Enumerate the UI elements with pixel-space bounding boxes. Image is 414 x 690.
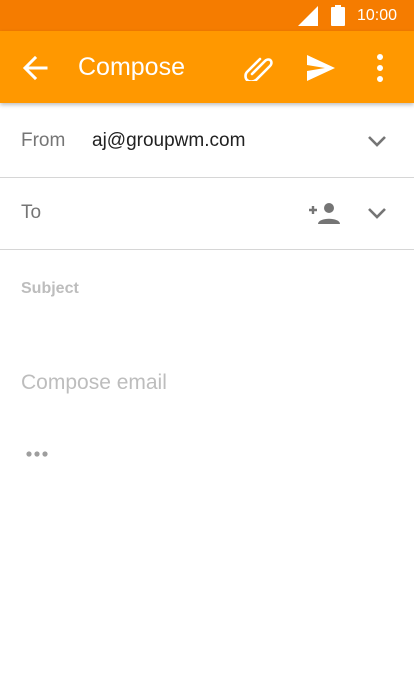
chevron-down-icon[interactable] [366, 134, 388, 148]
chevron-down-icon[interactable] [366, 206, 388, 220]
more-vert-icon[interactable] [372, 53, 388, 83]
clock: 10:00 [357, 7, 398, 24]
more-horiz-icon[interactable] [26, 450, 48, 458]
to-label: To [21, 202, 42, 223]
from-row[interactable]: From aj@groupwm.com [0, 103, 414, 178]
from-address[interactable]: aj@groupwm.com [92, 130, 245, 152]
attach-icon[interactable] [243, 55, 273, 81]
from-label: From [21, 130, 66, 151]
signal-icon [298, 6, 318, 26]
page-title: Compose [78, 53, 185, 81]
back-arrow-icon[interactable] [22, 55, 48, 81]
to-row[interactable]: To [0, 178, 414, 250]
send-icon[interactable] [306, 54, 336, 82]
subject-field[interactable]: Subject [21, 280, 79, 298]
app-bar: Compose [0, 31, 414, 103]
compose-body-field[interactable]: Compose email [21, 371, 167, 395]
battery-icon [331, 5, 345, 26]
add-person-icon[interactable] [307, 202, 341, 224]
status-bar: 10:00 [0, 0, 414, 31]
